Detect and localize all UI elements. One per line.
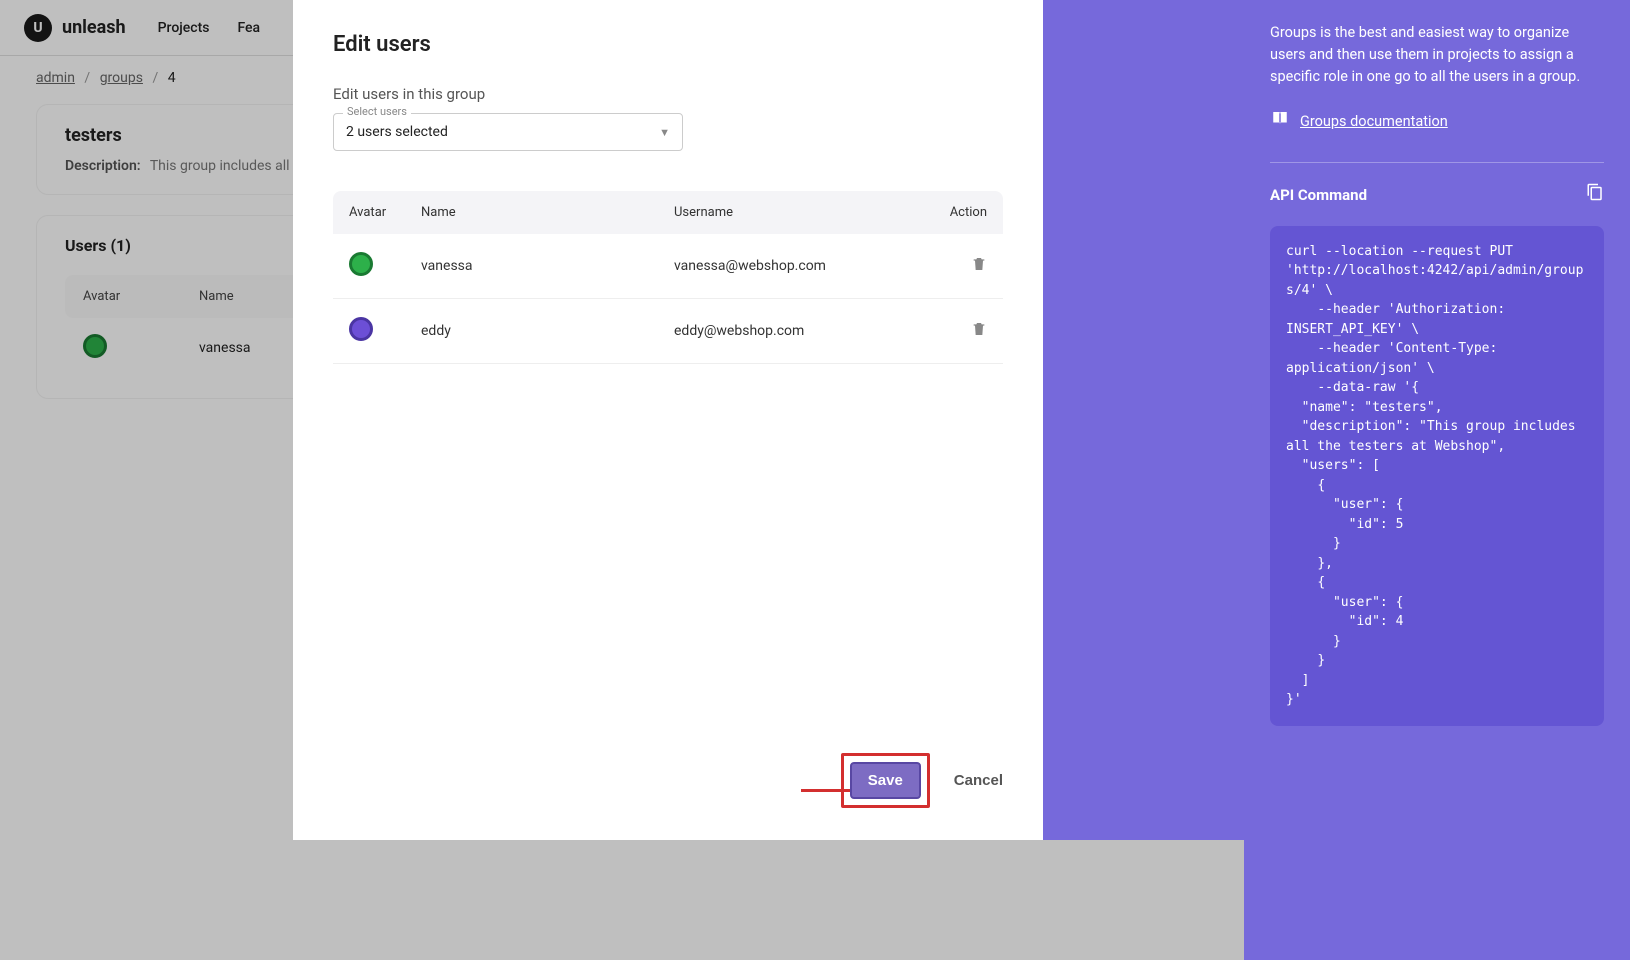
chevron-down-icon: ▼ (659, 126, 670, 139)
select-users-dropdown[interactable]: 2 users selected ▼ (333, 113, 683, 151)
row-username: vanessa@webshop.com (674, 258, 927, 274)
api-command-heading: API Command (1270, 184, 1367, 207)
table-header: Avatar Name Username Action (333, 191, 1003, 234)
help-sidebar: Groups is the best and easiest way to or… (1244, 0, 1630, 960)
row-username: eddy@webshop.com (674, 323, 927, 339)
th-username: Username (674, 205, 927, 220)
th-name: Name (421, 205, 674, 220)
modal-subtitle: Edit users in this group (333, 85, 1003, 103)
row-name: eddy (421, 323, 674, 339)
trash-icon (971, 320, 987, 338)
copy-button[interactable] (1586, 183, 1604, 208)
cancel-button[interactable]: Cancel (954, 772, 1003, 789)
th-avatar: Avatar (349, 205, 421, 220)
th-action: Action (927, 205, 987, 220)
api-code-block: curl --location --request PUT 'http://lo… (1270, 226, 1604, 726)
delete-button[interactable] (971, 257, 987, 278)
select-label: Select users (343, 105, 411, 118)
modal-actions: Save Cancel (841, 753, 1003, 808)
avatar-icon (349, 252, 373, 276)
modal-title: Edit users (333, 32, 1003, 57)
documentation-link[interactable]: Groups documentation (1300, 111, 1448, 133)
select-value: 2 users selected (346, 124, 448, 140)
copy-icon (1586, 183, 1604, 201)
divider (1270, 162, 1604, 163)
book-icon (1270, 109, 1290, 134)
users-table: Avatar Name Username Action vanessa vane… (333, 191, 1003, 364)
table-row: eddy eddy@webshop.com (333, 299, 1003, 364)
sidebar-intro: Groups is the best and easiest way to or… (1270, 22, 1604, 87)
trash-icon (971, 255, 987, 273)
table-row: vanessa vanessa@webshop.com (333, 234, 1003, 299)
row-name: vanessa (421, 258, 674, 274)
save-button[interactable]: Save (850, 762, 921, 799)
avatar-icon (349, 317, 373, 341)
save-highlight-box: Save (841, 753, 930, 808)
delete-button[interactable] (971, 322, 987, 343)
